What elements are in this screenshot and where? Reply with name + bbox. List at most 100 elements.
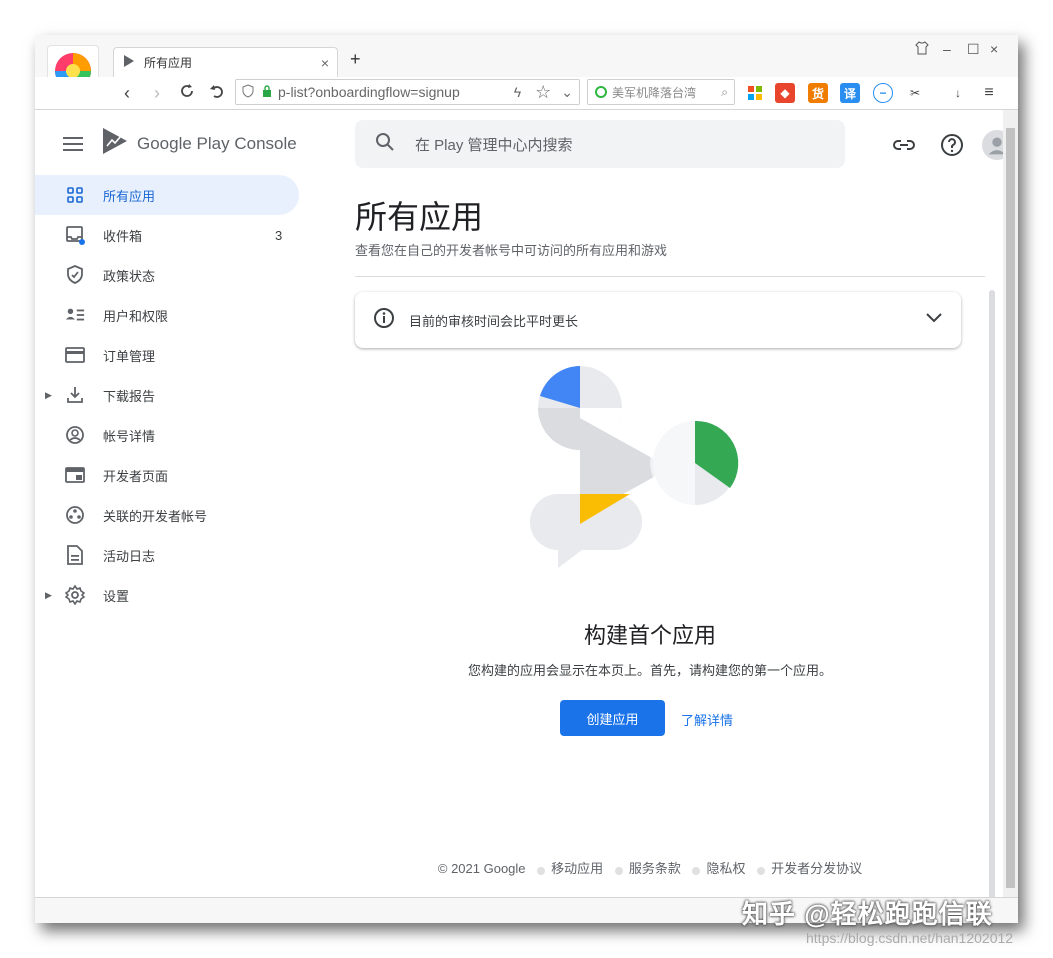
card-icon: [65, 345, 85, 365]
page-subtitle: 查看您在自己的开发者帐号中可访问的所有应用和游戏: [355, 243, 668, 258]
app-scrollbar[interactable]: [989, 290, 995, 923]
empty-state-subtitle: 您构建的应用会显示在本页上。首先，请构建您的第一个应用。: [467, 663, 832, 678]
banner-text: 目前的审核时间会比平时更长: [409, 313, 579, 329]
browser-window: 所有应用 × + – ☐ × ‹ › p-list?onboardingflow…: [35, 35, 1018, 923]
browser-scrollbar[interactable]: [1003, 110, 1018, 923]
lightning-icon[interactable]: ϟ: [514, 84, 521, 100]
sidebar-item-account[interactable]: 帐号详情: [35, 415, 335, 455]
sidebar-item-label: 设置: [103, 588, 130, 604]
browser-search-hint: 美军机降落台湾: [612, 85, 697, 100]
footer-link-mobile[interactable]: 移动应用: [551, 861, 603, 876]
browser-toolbar: 所有应用 × + – ☐ × ‹ › p-list?onboardingflow…: [35, 35, 1018, 110]
back-icon[interactable]: ‹: [112, 83, 142, 104]
chevron-down-icon[interactable]: ⌄: [561, 84, 573, 101]
sidebar: Google Play Console 所有应用 收件箱 3 政策状态 用户和权…: [35, 110, 335, 923]
apps-grid-icon[interactable]: [745, 83, 765, 103]
sidebar-item-users[interactable]: 用户和权限: [35, 295, 335, 335]
create-app-button[interactable]: 创建应用: [560, 700, 665, 736]
maximize-button[interactable]: ☐: [967, 41, 980, 58]
search-icon[interactable]: ⌕: [721, 85, 728, 100]
url-field[interactable]: p-list?onboardingflow=signup ϟ ☆ ⌄: [235, 79, 580, 105]
sidebar-item-linked-accounts[interactable]: 关联的开发者帐号: [35, 495, 335, 535]
brand[interactable]: Google Play Console: [101, 126, 297, 161]
minimize-button[interactable]: –: [943, 41, 951, 57]
scissors-icon[interactable]: ✂: [905, 83, 925, 103]
address-bar-row: ‹ › p-list?onboardingflow=signup ϟ ☆ ⌄ 美…: [35, 77, 1018, 109]
minus-icon[interactable]: −: [873, 83, 893, 103]
browser-search-field[interactable]: 美军机降落台湾 ⌕: [587, 79, 735, 105]
play-tab-icon: [122, 54, 136, 71]
download-icon: [65, 385, 85, 405]
browser-menu-icon[interactable]: ≡: [979, 83, 999, 103]
sidebar-item-settings[interactable]: ▶ 设置: [35, 575, 335, 615]
sidebar-item-label: 帐号详情: [103, 428, 156, 444]
sidebar-item-label: 活动日志: [103, 548, 156, 564]
review-time-banner[interactable]: 目前的审核时间会比平时更长: [355, 292, 961, 348]
help-icon[interactable]: [937, 130, 967, 160]
browser-search-engine-icon: [595, 86, 607, 98]
grid-icon: [65, 185, 85, 205]
watermark-url: https://blog.csdn.net/han1202012: [806, 930, 1014, 946]
footer-link-privacy[interactable]: 隐私权: [706, 861, 745, 876]
expand-caret-icon[interactable]: ▶: [45, 390, 52, 401]
reload-icon[interactable]: [172, 82, 202, 105]
shield-icon: [242, 83, 254, 101]
play-console-logo-icon: [101, 126, 129, 161]
game-icon[interactable]: ◆: [775, 83, 795, 103]
brand-header: Google Play Console: [63, 126, 297, 161]
main-content: 在 Play 管理中心内搜索 所有应用 查看您在自己的开发者帐号中可访问的所有应…: [335, 110, 1012, 923]
sidebar-item-label: 下载报告: [103, 388, 156, 404]
brand-name: Google Play Console: [137, 133, 297, 153]
watermark-text: 知乎 @轻松跑跑信联: [742, 899, 993, 929]
sidebar-item-reports[interactable]: ▶ 下载报告: [35, 375, 335, 415]
learn-more-link[interactable]: 了解详情: [681, 710, 733, 729]
footer: © 2021 Google 移动应用 服务条款 隐私权 开发者分发协议: [335, 858, 965, 877]
sidebar-item-label: 收件箱: [103, 228, 143, 244]
divider: [355, 276, 985, 277]
page-icon: [65, 465, 85, 485]
tab-close-icon[interactable]: ×: [321, 55, 329, 71]
expand-caret-icon[interactable]: ▶: [45, 590, 52, 601]
sidebar-item-label: 用户和权限: [103, 308, 169, 324]
footer-link-terms[interactable]: 服务条款: [629, 861, 681, 876]
users-icon: [65, 305, 85, 325]
console-search-input[interactable]: 在 Play 管理中心内搜索: [355, 120, 845, 168]
footer-link-dda[interactable]: 开发者分发协议: [771, 861, 862, 876]
star-icon[interactable]: ☆: [535, 82, 551, 103]
info-icon: [373, 307, 395, 334]
sidebar-item-all-apps[interactable]: 所有应用: [35, 175, 299, 215]
search-placeholder: 在 Play 管理中心内搜索: [415, 136, 573, 154]
new-tab-button[interactable]: +: [350, 49, 361, 70]
inbox-icon: [65, 225, 85, 245]
download-arrow-icon[interactable]: ↓: [948, 83, 968, 103]
sidebar-item-label: 开发者页面: [103, 468, 169, 484]
link-icon[interactable]: [889, 130, 919, 160]
close-window-button[interactable]: ×: [990, 41, 998, 57]
shopping-icon[interactable]: 货: [808, 83, 828, 103]
sidebar-item-policy[interactable]: 政策状态: [35, 255, 335, 295]
log-icon: [65, 545, 85, 565]
search-icon: [375, 132, 395, 156]
translate-icon[interactable]: 译: [840, 83, 860, 103]
account-icon: [65, 425, 85, 445]
browser-tab[interactable]: 所有应用 ×: [113, 47, 338, 77]
forward-icon[interactable]: ›: [142, 83, 172, 104]
sidebar-item-developer-page[interactable]: 开发者页面: [35, 455, 335, 495]
gear-icon: [65, 585, 85, 605]
chevron-down-icon[interactable]: [925, 311, 943, 329]
sidebar-item-label: 政策状态: [103, 268, 156, 284]
sidebar-item-orders[interactable]: 订单管理: [35, 335, 335, 375]
sidebar-item-inbox[interactable]: 收件箱 3: [35, 215, 335, 255]
lock-icon: [262, 84, 272, 100]
undo-icon[interactable]: [202, 82, 232, 105]
shirt-icon[interactable]: [915, 41, 929, 58]
empty-state-illustration: [530, 358, 750, 583]
sidebar-item-activity-log[interactable]: 活动日志: [35, 535, 335, 575]
page-title: 所有应用: [355, 199, 484, 235]
inbox-count-badge: 3: [275, 227, 283, 243]
sidebar-item-label: 订单管理: [103, 348, 156, 364]
hamburger-menu-icon[interactable]: [63, 133, 83, 155]
sidebar-item-label: 关联的开发者帐号: [103, 508, 208, 524]
url-text: p-list?onboardingflow=signup: [278, 84, 460, 100]
play-console-app: Google Play Console 所有应用 收件箱 3 政策状态 用户和权…: [35, 110, 1018, 923]
